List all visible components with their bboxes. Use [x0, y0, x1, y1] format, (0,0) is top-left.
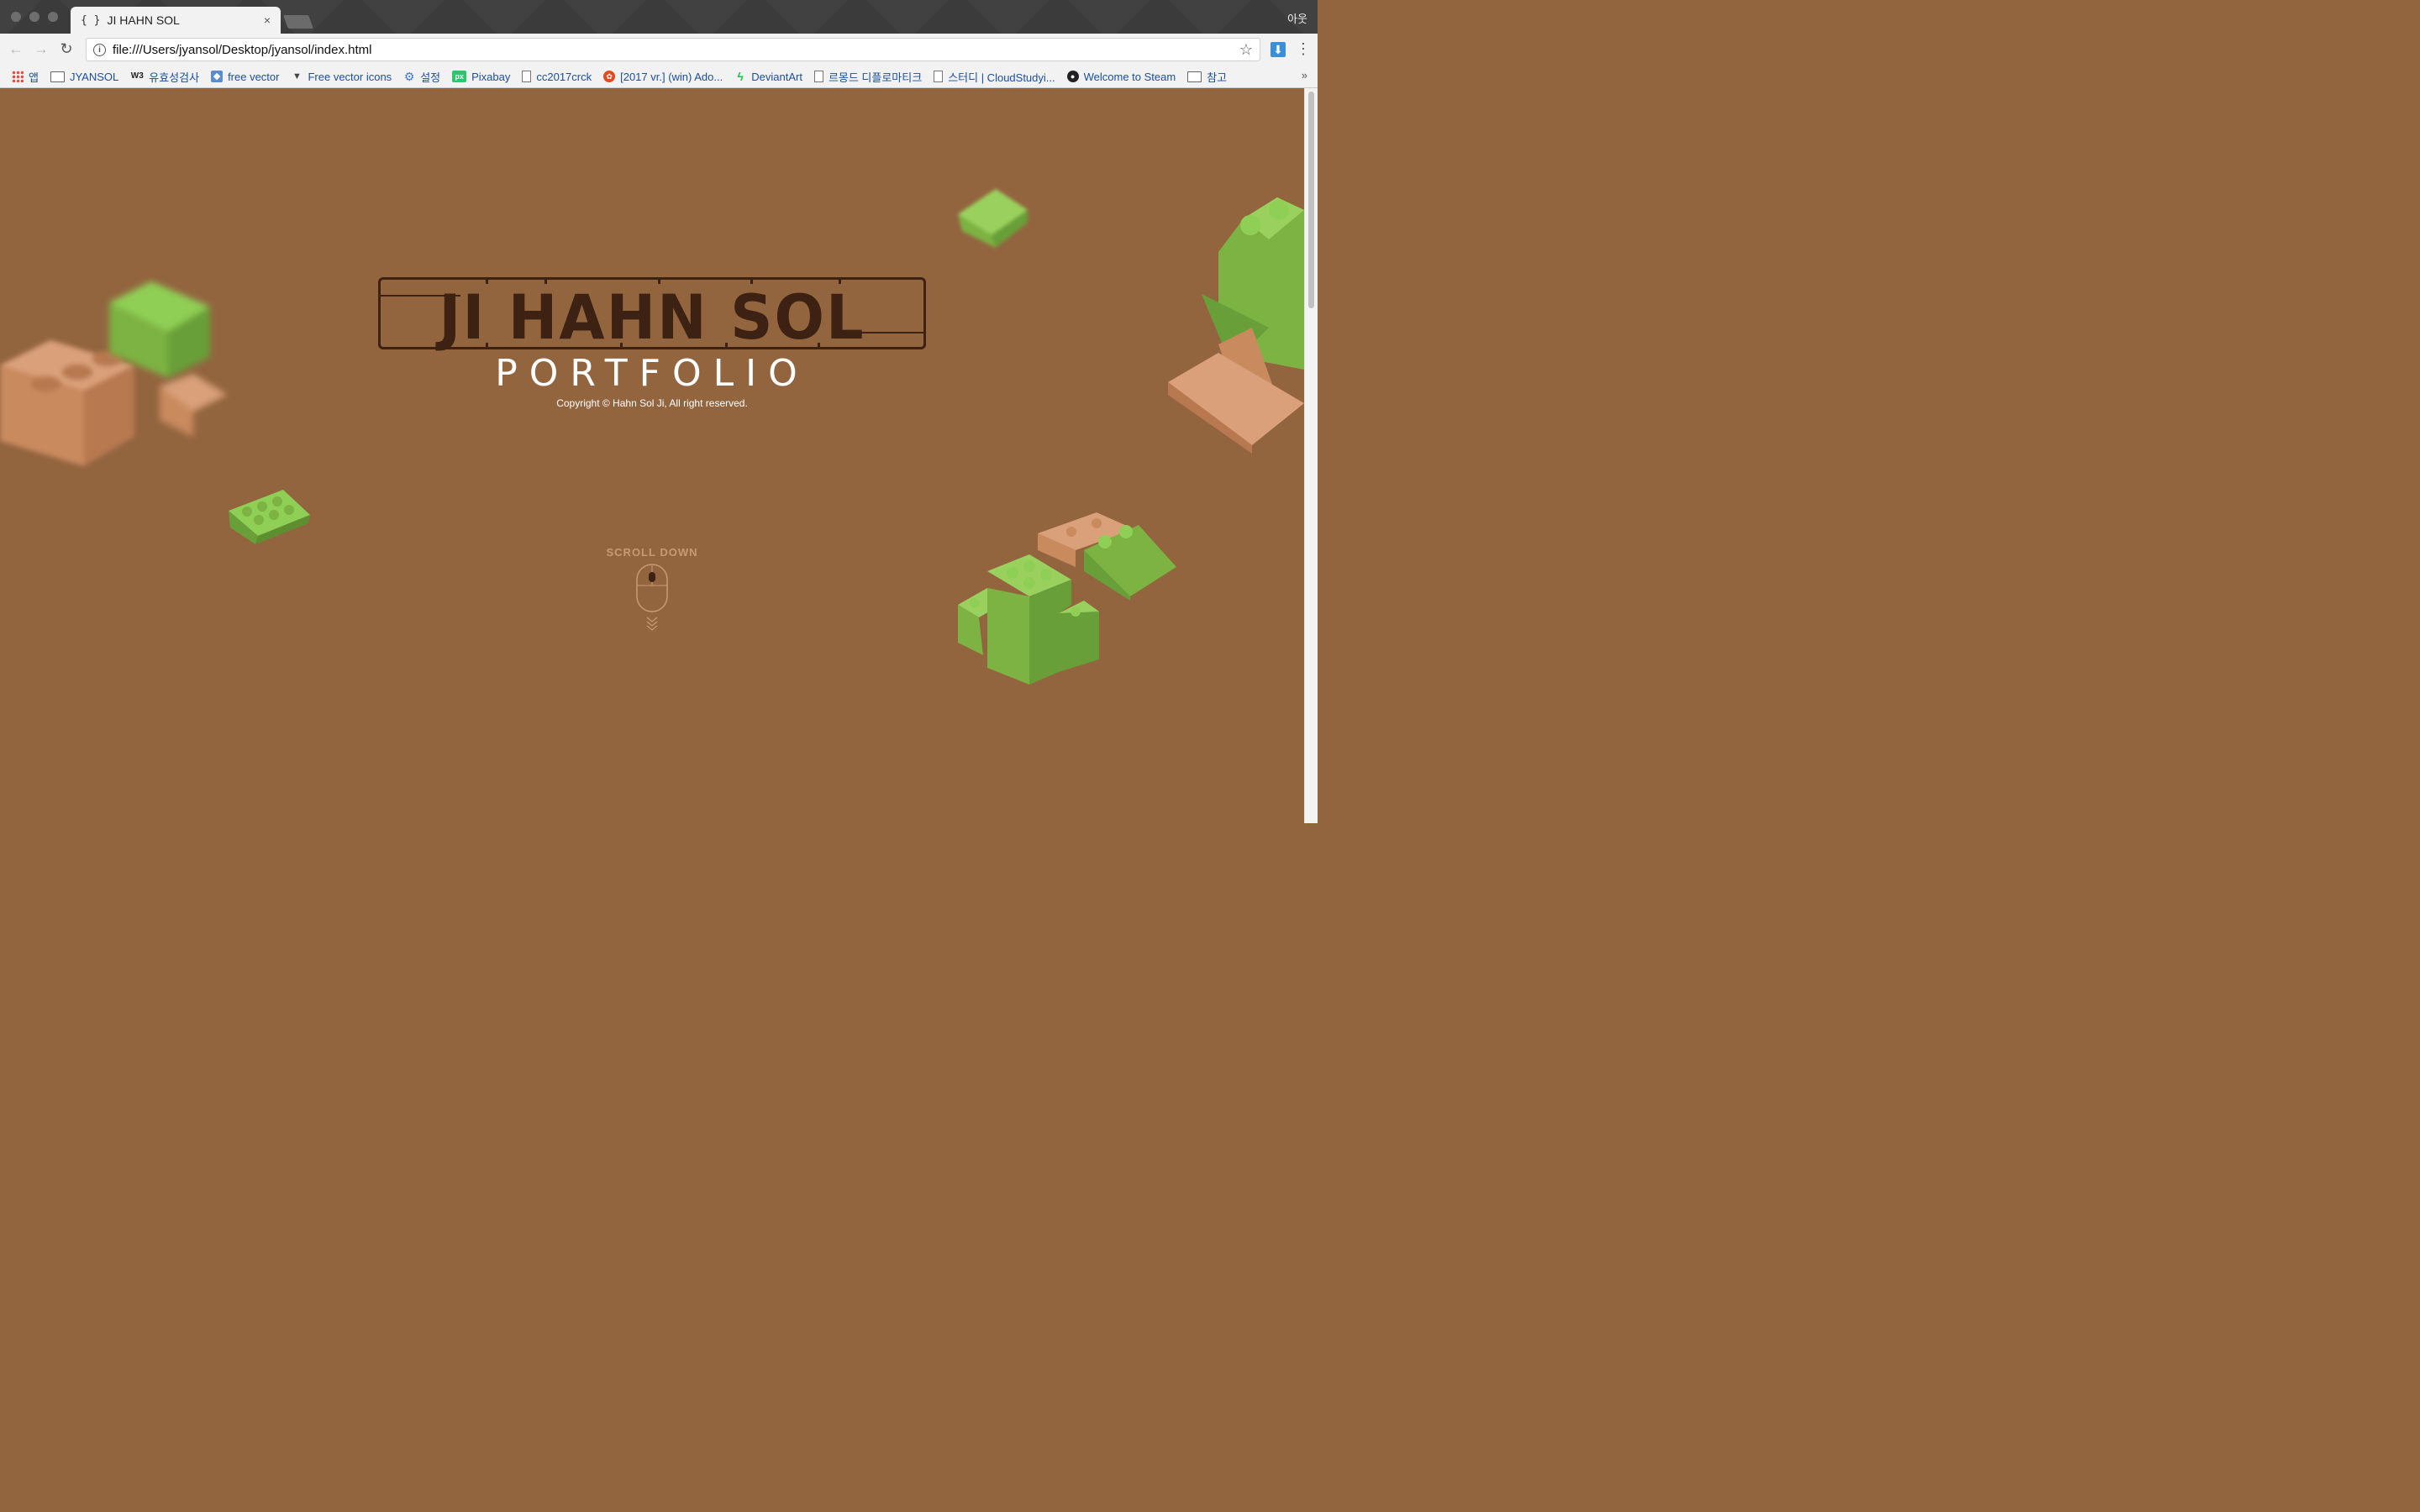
logo-title: JI HAHN SOL — [439, 281, 865, 354]
bookmark-label: 설정 — [420, 71, 441, 84]
lego-green-slope-top — [958, 189, 1028, 248]
bookmark-label: 앱 — [29, 71, 39, 84]
bookmark-validation[interactable]: W3 유효성검사 — [130, 69, 199, 85]
bookmark-lemonde[interactable]: 르몽드 디플로마티크 — [813, 69, 923, 85]
bookmark-label: cc2017crck — [536, 70, 592, 83]
window-titlebar: { } JI HAHN SOL × 아웃 — [0, 0, 1318, 34]
bookmark-label: Welcome to Steam — [1083, 70, 1176, 83]
bookmark-label: Pixabay — [471, 70, 511, 83]
menu-icon[interactable]: ⋮ — [1296, 40, 1311, 58]
code-favicon-icon: { } — [81, 13, 101, 27]
bookmark-label: Free vector icons — [308, 70, 392, 83]
bookmark-free-vector[interactable]: ◆ free vector — [211, 71, 279, 83]
maximize-window-button[interactable] — [48, 12, 58, 22]
lego-green-tree-right — [1168, 197, 1304, 454]
logo-frame: JI HAHN SOL — [378, 277, 926, 354]
scroll-down-label[interactable]: SCROLL DOWN — [568, 546, 736, 559]
close-window-button[interactable] — [11, 12, 21, 22]
bookmark-label: free vector — [228, 70, 280, 83]
bookmark-apps[interactable]: 앱 — [12, 69, 39, 85]
bookmark-label: 참고 — [1207, 71, 1228, 84]
tab-close-icon[interactable]: × — [264, 13, 271, 27]
bookmark-label: 유효성검사 — [149, 71, 200, 84]
page-scrollbar[interactable] — [1304, 88, 1318, 823]
browser-toolbar: ← → ↻ i file:///Users/jyansol/Desktop/jy… — [0, 34, 1318, 66]
tab-title: JI HAHN SOL — [107, 13, 180, 27]
bookmark-jyansol[interactable]: JYANSOL — [50, 71, 118, 83]
page-icon — [813, 71, 823, 82]
steam-icon: ● — [1066, 71, 1079, 82]
w3c-icon: W3 — [130, 71, 144, 81]
bookmark-label: DeviantArt — [751, 70, 802, 83]
new-tab-button[interactable] — [283, 15, 313, 29]
bookmarks-overflow-icon[interactable]: » — [1302, 69, 1307, 81]
bookmark-label: 르몽드 디플로마티크 — [828, 71, 923, 84]
bookmark-star-icon[interactable]: ☆ — [1239, 41, 1253, 59]
page-icon — [522, 71, 532, 82]
reload-button[interactable]: ↻ — [57, 40, 76, 58]
folder-icon — [1187, 71, 1202, 82]
info-icon[interactable]: i — [93, 43, 106, 56]
bookmarks-bar: 앱 JYANSOL W3 유효성검사 ◆ free vector ▼ Free vec… — [0, 66, 1318, 88]
bookmark-label: JYANSOL — [69, 70, 119, 83]
gear-icon: ⚙ — [403, 70, 415, 83]
bookmark-label: 스터디 | CloudStudyi... — [948, 71, 1055, 84]
flaticon-icon: ▼ — [292, 71, 302, 81]
lego-green-small-left — [229, 490, 310, 544]
address-bar[interactable]: i file:///Users/jyansol/Desktop/jyansol/… — [86, 38, 1260, 61]
scrollbar-thumb[interactable] — [1308, 92, 1314, 308]
url-text[interactable]: file:///Users/jyansol/Desktop/jyansol/in… — [113, 43, 1239, 57]
browser-tab[interactable]: { } JI HAHN SOL × — [71, 7, 281, 34]
download-icon[interactable]: ⬇ — [1270, 42, 1286, 57]
bookmark-pixabay[interactable]: px Pixabay — [452, 71, 510, 83]
red-circle-icon: ✿ — [603, 71, 616, 82]
page-icon — [934, 71, 944, 82]
apps-icon — [12, 71, 24, 82]
bookmark-deviantart[interactable]: ϟ DeviantArt — [734, 71, 802, 83]
bookmark-settings[interactable]: ⚙ 설정 — [403, 69, 440, 85]
minimize-window-button[interactable] — [29, 12, 39, 22]
lego-green-cross-brick — [958, 554, 1099, 685]
bookmark-study[interactable]: 스터디 | CloudStudyi... — [934, 69, 1055, 85]
back-button[interactable]: ← — [7, 40, 25, 58]
vector-icon: ◆ — [211, 71, 224, 82]
forward-button[interactable]: → — [32, 40, 50, 58]
lego-green-tree-blurred — [109, 281, 227, 437]
bookmark-reference[interactable]: 참고 — [1187, 69, 1227, 85]
bookmark-adobe[interactable]: ✿ [2017 vr.] (win) Ado... — [603, 71, 723, 83]
folder-icon — [50, 71, 65, 82]
deviantart-icon: ϟ — [737, 70, 744, 83]
copyright-text: Copyright © Hahn Sol Ji, All right reser… — [556, 397, 748, 409]
bookmark-cc2017crck[interactable]: cc2017crck — [522, 71, 592, 83]
page-viewport: JI HAHN SOL PORTFOLIO Copyright © Hahn S… — [0, 88, 1304, 823]
pixabay-icon: px — [452, 71, 467, 82]
bookmark-steam[interactable]: ● Welcome to Steam — [1066, 70, 1176, 83]
portfolio-subtitle: PORTFOLIO — [495, 352, 809, 395]
bookmark-label: [2017 vr.] (win) Ado... — [620, 70, 723, 83]
mouse-scroll-icon[interactable] — [635, 564, 669, 633]
profile-button[interactable]: 아웃 — [1287, 10, 1307, 26]
bookmark-free-vector-icons[interactable]: ▼ Free vector icons — [291, 71, 392, 83]
